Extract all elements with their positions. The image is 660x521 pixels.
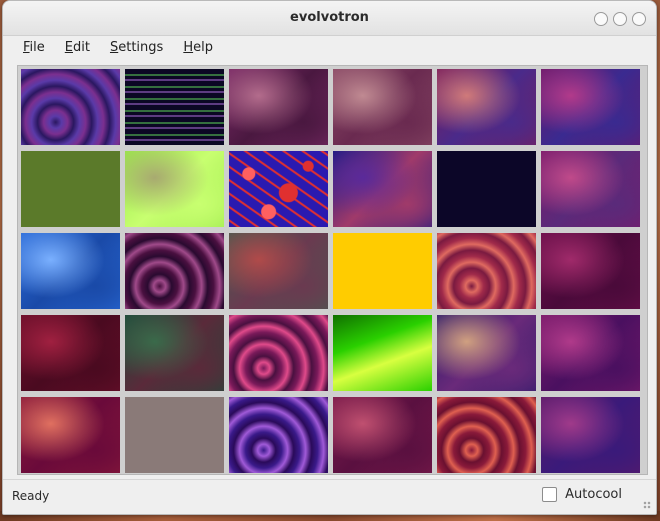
image-thumbnail[interactable]: [21, 151, 120, 227]
image-thumbnail[interactable]: [541, 69, 640, 145]
image-thumbnail[interactable]: [21, 69, 120, 145]
image-thumbnail[interactable]: [229, 315, 328, 391]
menu-mnemonic: H: [183, 39, 194, 55]
app-window: evolvotron File Edit Settings Help Ready…: [2, 0, 657, 515]
image-thumbnail[interactable]: [125, 233, 224, 309]
image-thumbnail[interactable]: [541, 233, 640, 309]
image-thumbnail[interactable]: [21, 315, 120, 391]
autocool-toggle[interactable]: Autocool: [542, 487, 622, 502]
minimize-button[interactable]: [594, 12, 608, 26]
menu-settings[interactable]: Settings: [100, 38, 173, 57]
image-thumbnail[interactable]: [333, 69, 432, 145]
image-thumbnail[interactable]: [437, 315, 536, 391]
autocool-label: Autocool: [565, 487, 622, 502]
image-thumbnail[interactable]: [333, 233, 432, 309]
menu-mnemonic: S: [109, 39, 119, 55]
image-thumbnail[interactable]: [21, 397, 120, 473]
menu-help[interactable]: Help: [173, 38, 223, 57]
window-title: evolvotron: [290, 10, 369, 25]
image-thumbnail[interactable]: [437, 69, 536, 145]
autocool-checkbox[interactable]: [542, 487, 558, 502]
resize-grip-icon[interactable]: [643, 501, 651, 509]
status-text: Ready: [12, 489, 50, 503]
close-button[interactable]: [632, 12, 646, 26]
menu-label: ile: [29, 39, 45, 55]
menu-edit[interactable]: Edit: [55, 38, 100, 57]
image-thumbnail[interactable]: [333, 397, 432, 473]
image-thumbnail[interactable]: [125, 315, 224, 391]
image-thumbnail[interactable]: [333, 151, 432, 227]
image-thumbnail[interactable]: [125, 151, 224, 227]
menu-mnemonic: E: [64, 39, 73, 55]
image-thumbnail[interactable]: [125, 69, 224, 145]
menu-label: dit: [73, 39, 90, 55]
image-thumbnail[interactable]: [541, 315, 640, 391]
image-thumbnail[interactable]: [229, 151, 328, 227]
menu-label: ettings: [118, 39, 164, 55]
image-thumbnail[interactable]: [229, 397, 328, 473]
image-thumbnail[interactable]: [21, 233, 120, 309]
image-grid: [17, 65, 648, 475]
image-thumbnail[interactable]: [541, 397, 640, 473]
image-thumbnail[interactable]: [437, 397, 536, 473]
maximize-button[interactable]: [613, 12, 627, 26]
menu-file[interactable]: File: [13, 38, 55, 57]
menu-label: elp: [193, 39, 213, 55]
image-thumbnail[interactable]: [437, 151, 536, 227]
title-bar[interactable]: evolvotron: [3, 1, 656, 36]
image-thumbnail[interactable]: [333, 315, 432, 391]
status-bar: Ready Autocool: [3, 479, 656, 514]
image-thumbnail[interactable]: [125, 397, 224, 473]
image-thumbnail[interactable]: [541, 151, 640, 227]
window-controls: [594, 12, 646, 26]
image-thumbnail[interactable]: [229, 69, 328, 145]
image-thumbnail[interactable]: [229, 233, 328, 309]
image-thumbnail[interactable]: [437, 233, 536, 309]
menu-bar: File Edit Settings Help: [3, 35, 656, 59]
